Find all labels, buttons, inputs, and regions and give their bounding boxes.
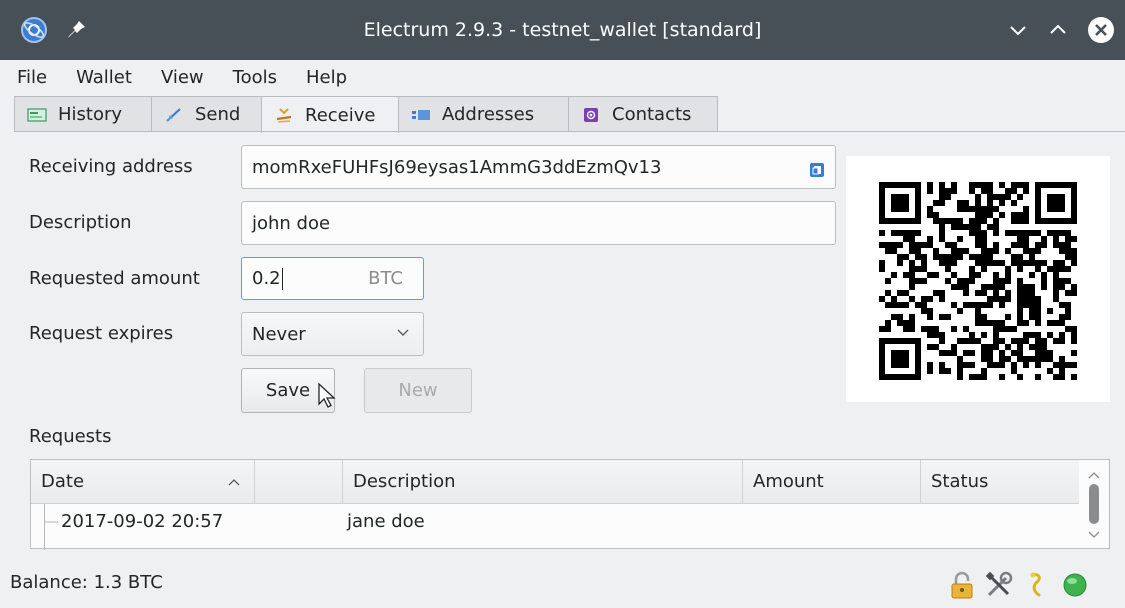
amount-input[interactable]: 0.2 BTC (241, 257, 424, 300)
text-caret (281, 267, 283, 290)
tab-label: Send (195, 104, 241, 125)
tab-send[interactable]: Send (151, 96, 262, 132)
description-label: Description (29, 212, 132, 233)
receiving-address-field[interactable]: momRxeFUHFsJ69eysas1AmmG3ddEzmQv13 (241, 145, 836, 189)
history-icon (27, 107, 47, 122)
table-header: Date Description Amount Status (31, 460, 1079, 504)
amount-value: 0.2 (252, 268, 281, 289)
tab-label: Receive (305, 104, 376, 126)
tab-bar: History Send Receive Addresses Contacts (14, 96, 718, 133)
mouse-pointer-icon (318, 383, 336, 408)
menu-wallet[interactable]: Wallet (76, 67, 132, 88)
column-header-date[interactable]: Date (31, 460, 255, 504)
minimize-icon[interactable] (1006, 18, 1030, 42)
window-title: Electrum 2.9.3 - testnet_wallet [standar… (363, 19, 762, 41)
expires-select[interactable]: Never (241, 312, 424, 356)
menu-view[interactable]: View (161, 67, 204, 88)
menu-tools[interactable]: Tools (233, 67, 277, 88)
requested-amount-label: Requested amount (29, 268, 200, 289)
description-value: john doe (252, 212, 331, 234)
request-description: jane doe (347, 511, 425, 532)
sort-ascending-icon (228, 479, 240, 486)
tab-label: Addresses (442, 104, 535, 125)
close-icon[interactable] (1086, 15, 1116, 45)
request-expires-label: Request expires (29, 323, 174, 344)
receiving-address-value: momRxeFUHFsJ69eysas1AmmG3ddEzmQv13 (252, 156, 662, 178)
title-bar: Electrum 2.9.3 - testnet_wallet [standar… (0, 0, 1125, 60)
tab-label: Contacts (612, 104, 692, 125)
menu-help[interactable]: Help (306, 67, 347, 88)
menu-file[interactable]: File (17, 67, 47, 88)
description-input[interactable]: john doe (241, 201, 836, 245)
contacts-icon (584, 107, 598, 122)
copy-icon[interactable] (809, 162, 825, 178)
addresses-icon (412, 109, 430, 120)
requests-label: Requests (29, 426, 112, 447)
new-button[interactable]: New (364, 368, 472, 413)
vertical-scrollbar[interactable] (1079, 460, 1109, 548)
request-date: 2017-09-02 20:57 (61, 511, 224, 532)
menu-bar: File Wallet View Tools Help (0, 60, 1125, 94)
receive-icon (276, 108, 292, 123)
preferences-icon[interactable] (984, 570, 1014, 600)
maximize-icon[interactable] (1046, 18, 1070, 42)
lock-icon[interactable] (947, 570, 977, 600)
tab-contacts[interactable]: Contacts (568, 96, 718, 132)
expires-value: Never (252, 323, 306, 345)
send-icon (166, 107, 181, 122)
network-status-icon[interactable] (1060, 570, 1090, 600)
qr-code-panel[interactable] (846, 156, 1110, 402)
column-header-amount[interactable]: Amount (743, 460, 921, 504)
tab-receive[interactable]: Receive (261, 96, 399, 133)
status-bar: Balance: 1.3 BTC (0, 562, 1125, 608)
seed-icon[interactable] (1022, 570, 1052, 600)
column-header-status[interactable]: Status (921, 460, 1079, 504)
qr-code-image (879, 182, 1077, 380)
tab-addresses[interactable]: Addresses (398, 96, 569, 132)
tab-label: History (58, 104, 123, 125)
requests-table: Date Description Amount Status 2017-09-0… (30, 459, 1110, 550)
receiving-address-label: Receiving address (29, 156, 193, 177)
tab-history[interactable]: History (14, 96, 152, 132)
column-header-description[interactable]: Description (343, 460, 743, 504)
balance-text: Balance: 1.3 BTC (10, 572, 163, 593)
chevron-down-icon (397, 329, 409, 336)
table-row[interactable]: 2017-09-02 20:57 jane doe (31, 504, 1079, 550)
column-header-blank[interactable] (255, 460, 343, 504)
amount-unit: BTC (368, 268, 403, 289)
